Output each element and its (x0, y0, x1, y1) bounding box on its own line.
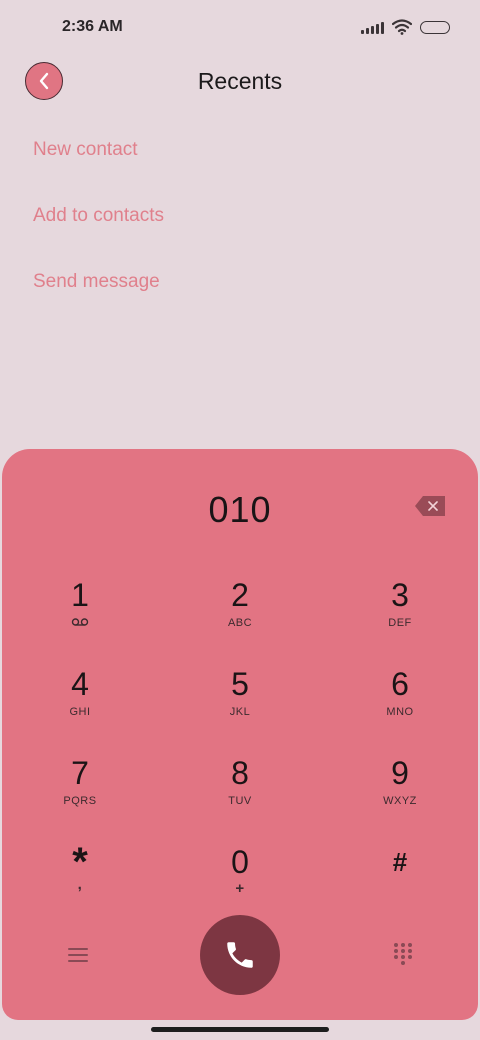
key-4[interactable]: 4 GHI (20, 666, 140, 738)
key-digit: 7 (71, 755, 89, 791)
key-letters: MNO (386, 706, 414, 718)
key-digit: * (72, 840, 88, 884)
recent-actions-menu: New contact Add to contacts Send message (33, 136, 164, 334)
dialer-panel: 010 1 2 ABC 3 DEF 4 GHI 5 JKL 6 MNO 7 PQ… (2, 449, 478, 1020)
status-bar: 2:36 AM (0, 0, 480, 56)
key-5[interactable]: 5 JKL (180, 666, 300, 738)
new-contact-link[interactable]: New contact (33, 136, 164, 202)
key-3[interactable]: 3 DEF (340, 577, 460, 649)
key-digit: 1 (71, 577, 89, 613)
key-digit: 9 (391, 755, 409, 791)
page-title: Recents (197, 68, 283, 94)
key-6[interactable]: 6 MNO (340, 666, 460, 738)
key-2[interactable]: 2 ABC (180, 577, 300, 649)
phone-icon (227, 942, 253, 968)
key-letters: + (235, 880, 245, 897)
key-letters: ABC (227, 617, 253, 629)
backspace-icon[interactable] (414, 495, 446, 517)
dialer-actions (2, 915, 478, 995)
home-indicator[interactable] (151, 1027, 329, 1032)
dialpad-icon[interactable] (394, 943, 412, 965)
add-to-contacts-link[interactable]: Add to contacts (33, 202, 164, 268)
key-9[interactable]: 9 WXYZ (340, 755, 460, 827)
key-star[interactable]: * , (20, 840, 140, 916)
header: Recents (0, 56, 480, 108)
key-digit: 3 (391, 577, 409, 613)
key-digit: 8 (231, 755, 249, 791)
dialed-number: 010 (208, 489, 272, 530)
battery-icon (420, 20, 450, 34)
key-letters: JKL (229, 706, 251, 718)
key-digit: 6 (391, 666, 409, 702)
call-button[interactable] (200, 915, 280, 995)
key-letters: PQRS (63, 795, 97, 807)
key-hash[interactable]: # (340, 844, 460, 916)
key-letters: WXYZ (383, 795, 417, 807)
key-letters: DEF (388, 617, 412, 629)
signal-icon (361, 20, 384, 34)
key-1[interactable]: 1 (20, 577, 140, 649)
status-time: 2:36 AM (62, 18, 123, 35)
key-digit: 5 (231, 666, 249, 702)
status-icons (361, 19, 450, 35)
wifi-icon (392, 19, 412, 35)
key-8[interactable]: 8 TUV (180, 755, 300, 827)
key-letters: TUV (228, 795, 252, 807)
key-digit: 4 (71, 666, 89, 702)
send-message-link[interactable]: Send message (33, 268, 164, 334)
key-0[interactable]: 0 + (180, 844, 300, 916)
voicemail-icon (71, 618, 89, 626)
menu-icon[interactable] (68, 945, 88, 963)
key-digit: 0 (231, 844, 249, 880)
key-7[interactable]: 7 PQRS (20, 755, 140, 827)
key-digit: 2 (231, 577, 249, 613)
key-letters: GHI (69, 706, 91, 718)
key-letters: , (77, 876, 83, 893)
key-digit: # (392, 847, 408, 877)
